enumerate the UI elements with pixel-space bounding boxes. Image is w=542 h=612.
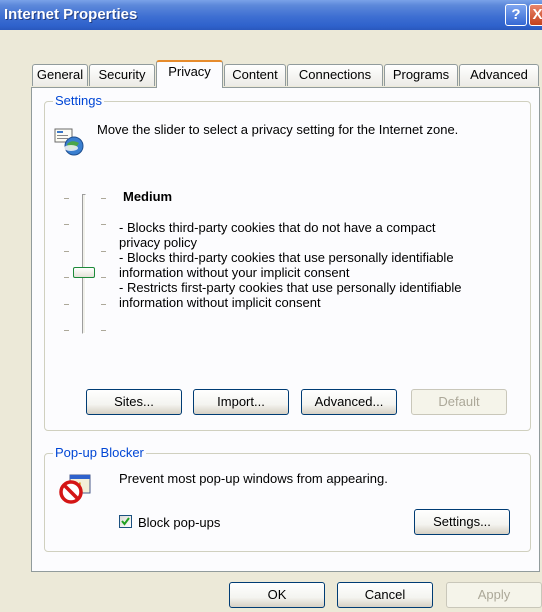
block-popups-checkbox-row[interactable]: Block pop-ups bbox=[119, 514, 299, 532]
tab-general[interactable]: General bbox=[32, 64, 88, 86]
slider-thumb[interactable] bbox=[73, 267, 95, 278]
slider-tick bbox=[101, 251, 106, 252]
slider-tick bbox=[64, 304, 69, 305]
privacy-level-label: Medium bbox=[123, 189, 173, 204]
description-line-1: - Blocks third-party cookies that do not… bbox=[119, 220, 436, 235]
block-popups-checkbox[interactable] bbox=[119, 515, 132, 528]
tab-advanced[interactable]: Advanced bbox=[459, 64, 539, 86]
slider-tick bbox=[101, 304, 106, 305]
checkmark-icon bbox=[121, 517, 130, 526]
slider-tick bbox=[64, 198, 69, 199]
block-popups-label: Block pop-ups bbox=[138, 515, 221, 530]
popup-description: Prevent most pop-up windows from appeari… bbox=[119, 471, 388, 486]
window-title: Internet Properties bbox=[4, 6, 138, 23]
description-line-5: - Restricts first-party cookies that use… bbox=[119, 280, 462, 295]
popup-blocker-group-title: Pop-up Blocker bbox=[53, 445, 146, 460]
popup-blocker-group: Pop-up Blocker ! Prevent most pop-up win… bbox=[44, 445, 531, 552]
tab-privacy[interactable]: Privacy bbox=[156, 60, 223, 88]
slider-tick bbox=[101, 330, 106, 331]
sites-button[interactable]: Sites... bbox=[86, 389, 182, 415]
import-button[interactable]: Import... bbox=[193, 389, 289, 415]
close-button[interactable]: X bbox=[529, 4, 542, 26]
description-line-6: information without implicit consent bbox=[119, 295, 321, 310]
help-button[interactable]: ? bbox=[505, 4, 527, 26]
slider-tick bbox=[64, 330, 69, 331]
privacy-globe-icon bbox=[54, 128, 84, 156]
settings-group-title: Settings bbox=[53, 93, 104, 108]
slider-tick bbox=[101, 277, 106, 278]
settings-intro-text: Move the slider to select a privacy sett… bbox=[97, 122, 459, 137]
title-bar[interactable]: Internet Properties ? X bbox=[0, 0, 542, 30]
slider-track[interactable] bbox=[82, 194, 86, 334]
cancel-button[interactable]: Cancel bbox=[337, 582, 433, 608]
internet-properties-dialog: Internet Properties ? X General Security… bbox=[0, 0, 542, 612]
privacy-panel: Settings Move the slider to select a pri… bbox=[31, 87, 540, 572]
slider-tick bbox=[64, 277, 69, 278]
slider-tick bbox=[101, 198, 106, 199]
advanced-button[interactable]: Advanced... bbox=[301, 389, 397, 415]
description-line-3: - Blocks third-party cookies that use pe… bbox=[119, 250, 454, 265]
popup-blocker-icon: ! bbox=[59, 474, 91, 504]
tab-security[interactable]: Security bbox=[89, 64, 155, 86]
tab-strip: General Security Privacy Content Connect… bbox=[0, 60, 542, 88]
description-line-2: privacy policy bbox=[119, 235, 198, 250]
privacy-level-slider[interactable] bbox=[55, 194, 115, 334]
apply-button[interactable]: Apply bbox=[446, 582, 542, 608]
tab-programs[interactable]: Programs bbox=[384, 64, 458, 86]
description-line-4: information without your implicit consen… bbox=[119, 265, 350, 280]
slider-tick bbox=[64, 251, 69, 252]
tab-connections[interactable]: Connections bbox=[287, 64, 383, 86]
slider-tick bbox=[64, 224, 69, 225]
popup-settings-button[interactable]: Settings... bbox=[414, 509, 510, 535]
ok-button[interactable]: OK bbox=[229, 582, 325, 608]
slider-tick bbox=[101, 224, 106, 225]
tab-content[interactable]: Content bbox=[224, 64, 286, 86]
settings-group: Settings Move the slider to select a pri… bbox=[44, 93, 531, 431]
default-button[interactable]: Default bbox=[411, 389, 507, 415]
